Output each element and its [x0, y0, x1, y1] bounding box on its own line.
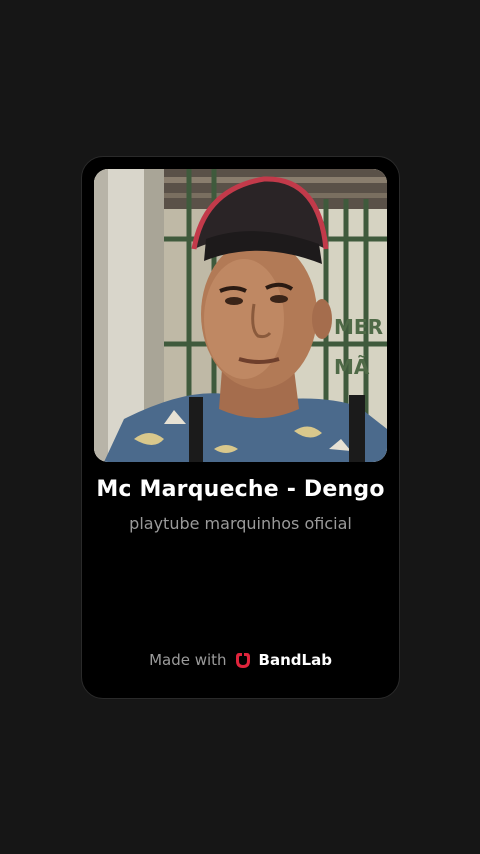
- made-with-bandlab[interactable]: Made with BandLab: [82, 651, 399, 669]
- screen: MER MÃ Mc Marqueche - Dengo playtube mar…: [0, 0, 480, 854]
- bandlab-brand: BandLab: [258, 651, 332, 669]
- made-with-label: Made with: [149, 651, 227, 669]
- cover-photo: MER MÃ: [94, 169, 387, 462]
- artist-name[interactable]: playtube marquinhos oficial: [82, 514, 399, 533]
- track-card[interactable]: MER MÃ Mc Marqueche - Dengo playtube mar…: [81, 156, 400, 699]
- cover-art: MER MÃ: [94, 169, 387, 462]
- wall-text-2: MÃ: [334, 355, 370, 379]
- track-title: Mc Marqueche - Dengo: [96, 477, 385, 502]
- bandlab-logo-icon: [233, 651, 253, 669]
- wall-text-1: MER: [334, 315, 383, 339]
